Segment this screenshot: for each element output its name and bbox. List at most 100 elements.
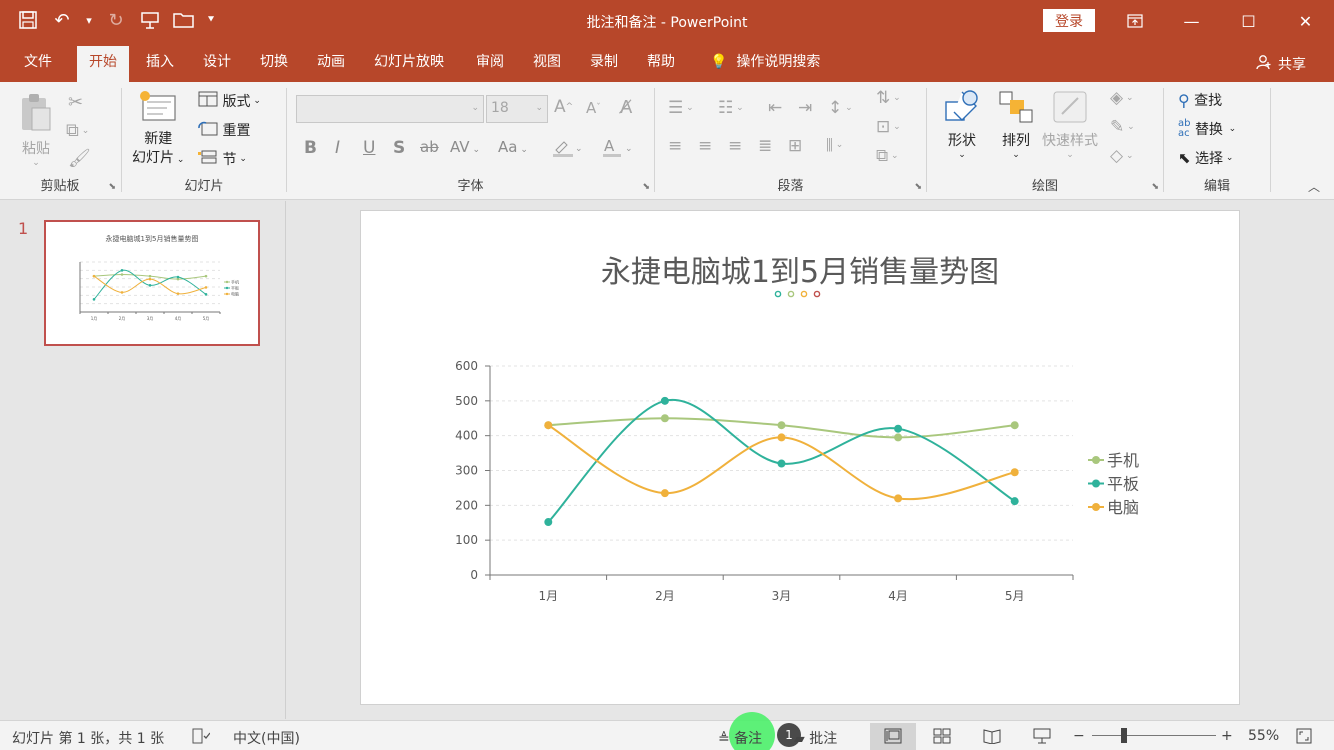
tab-view[interactable]: 视图 [521,46,573,82]
notes-button[interactable]: ≜ 备注 [718,728,762,748]
text-direction-icon[interactable]: ⇅ ⌄ [876,88,901,108]
data-point [660,396,669,405]
paste-button[interactable]: 粘贴 ⌄ [18,92,54,168]
minimize-icon[interactable]: — [1163,0,1220,42]
data-point [176,292,180,295]
bold-icon[interactable]: B [304,138,317,158]
zoom-in-icon[interactable]: + [1221,728,1233,744]
undo-icon[interactable]: ↶ [48,6,76,34]
undo-dropdown-icon[interactable]: ▾ [82,6,96,34]
present-from-start-icon[interactable] [136,6,164,34]
tab-slideshow[interactable]: 幻灯片放映 [362,46,456,82]
align-left-icon[interactable]: ≡ [668,136,682,156]
share-button[interactable]: 共享 [1256,54,1306,74]
shape-fill-icon[interactable]: ◈ ⌄ [1110,88,1133,108]
italic-icon[interactable]: I [335,138,340,158]
zoom-out-icon[interactable]: − [1073,728,1085,744]
arrange-button[interactable]: 排列 ⌄ [996,88,1036,160]
maximize-icon[interactable]: ☐ [1220,0,1277,42]
quick-styles-button[interactable]: 快速样式 ⌄ [1042,88,1098,160]
select-cursor-icon: ⬉ [1178,149,1191,167]
tab-file[interactable]: 文件 [12,46,64,82]
format-painter-icon[interactable]: 🖌 [68,148,91,169]
zoom-level[interactable]: 55% [1248,728,1279,744]
text-shadow-icon[interactable]: S [393,138,405,158]
close-icon[interactable]: ✕ [1277,0,1334,42]
tell-me-search[interactable]: 💡 操作说明搜索 [698,46,832,82]
tab-insert[interactable]: 插入 [134,46,186,82]
shapes-button[interactable]: 形状 ⌄ [942,88,982,160]
find-label: 查找 [1194,93,1223,109]
reset-button[interactable]: 重置 [198,120,250,140]
select-button[interactable]: ⬉ 选择 ⌄ [1178,148,1233,168]
tab-record[interactable]: 录制 [578,46,630,82]
section-button[interactable]: 节 ⌄ [198,149,247,169]
customize-qat-icon[interactable]: ⯆ [204,6,218,34]
font-name-select[interactable]: ⌄ [296,95,484,123]
highlight-icon[interactable]: ⌄ [552,138,583,163]
tab-home[interactable]: 开始 [77,46,129,82]
slide-canvas[interactable]: 永捷电脑城1到5月销售量势图 0 100 200 300 400 500 600 1月 2月 3月… [360,210,1240,705]
increase-indent-icon[interactable]: ⇥ [798,98,812,118]
clipboard-launcher-icon[interactable]: ⬊ [108,182,116,192]
accessibility-icon[interactable] [192,728,211,748]
slide-sorter-icon[interactable] [933,728,951,748]
save-icon[interactable] [14,6,42,34]
language-status[interactable]: 中文(中国) [233,728,300,748]
thumbnail-chart: 1月 2月 3月 4月 5月 手机平板电脑 [79,261,239,321]
line-chart[interactable]: 0 100 200 300 400 500 600 1月 2月 3月 4月 5月 手机平板电脑 [361,211,1241,706]
font-size-select[interactable]: 18 ⌄ [486,95,548,123]
character-spacing-icon[interactable]: AV ⌄ [450,138,480,156]
login-button[interactable]: 登录 [1043,9,1095,32]
copy-icon[interactable]: ⧉ ⌄ [66,120,89,141]
collapse-ribbon-icon[interactable]: ︿ [1308,178,1320,195]
change-case-icon[interactable]: Aa ⌄ [498,138,528,156]
align-right-icon[interactable]: ≡ [728,136,742,156]
clear-formatting-icon[interactable]: A̸ [620,97,632,118]
decrease-font-size-icon[interactable]: Aˇ [586,99,601,117]
reading-view-icon[interactable] [983,728,1001,748]
redo-icon[interactable]: ↻ [102,6,130,34]
tab-design[interactable]: 设计 [191,46,243,82]
line-spacing-icon[interactable]: ↕ ⌄ [828,98,853,118]
tab-transitions[interactable]: 切换 [248,46,300,82]
slide-count-status[interactable]: 幻灯片 第 1 张，共 1 张 [12,728,164,748]
decrease-indent-icon[interactable]: ⇤ [768,98,782,118]
numbering-icon[interactable]: ☷ ⌄ [718,98,744,118]
convert-smartart-icon[interactable]: ⧉ ⌄ [876,146,899,166]
comments-button[interactable]: ▰ 批注 [794,728,837,748]
window-controls: — ☐ ✕ [1106,0,1334,42]
slide-thumbnail[interactable]: 永捷电脑城1到5月销售量势图 1月 2月 3月 4月 5月 手机 平板 电脑 [44,220,260,346]
fit-to-window-icon[interactable] [1296,728,1312,748]
paragraph-launcher-icon[interactable]: ⬊ [914,182,922,192]
align-text-icon[interactable]: ⊡ ⌄ [876,117,901,137]
bullets-icon[interactable]: ☰ ⌄ [668,98,694,118]
increase-font-size-icon[interactable]: A ^ [554,97,573,117]
align-center-icon[interactable]: ≡ [698,136,712,156]
zoom-slider-track[interactable] [1092,735,1216,736]
replace-button[interactable]: ab ac 替换 ⌄ [1178,119,1236,139]
font-color-icon[interactable]: A ⌄ [602,137,633,163]
open-folder-icon[interactable] [170,6,198,34]
data-point [894,433,903,442]
drawing-launcher-icon[interactable]: ⬊ [1151,182,1159,192]
new-slide-button[interactable]: 新建 幻灯片 ⌄ [132,90,184,170]
strikethrough-icon[interactable]: ab [420,138,439,156]
tab-animations[interactable]: 动画 [305,46,357,82]
zoom-slider-thumb[interactable] [1121,728,1127,743]
find-button[interactable]: ⚲ 查找 [1178,90,1222,110]
ribbon-display-options-icon[interactable] [1106,0,1163,42]
font-launcher-icon[interactable]: ⬊ [642,182,650,192]
shape-effects-icon[interactable]: ◇ ⌄ [1110,146,1133,166]
slideshow-view-icon[interactable] [1033,728,1051,748]
underline-icon[interactable]: U [363,138,375,158]
distributed-icon[interactable]: ⊞ [788,136,802,156]
layout-button[interactable]: 版式 ⌄ [198,91,261,111]
tab-review[interactable]: 审阅 [464,46,516,82]
justify-icon[interactable]: ≣ [758,136,772,156]
normal-view-icon[interactable] [884,728,902,748]
cut-icon[interactable]: ✂ [68,92,83,113]
columns-icon[interactable]: ⫼ ⌄ [826,136,843,154]
shape-outline-icon[interactable]: ✎ ⌄ [1110,117,1135,137]
tab-help[interactable]: 帮助 [635,46,687,82]
